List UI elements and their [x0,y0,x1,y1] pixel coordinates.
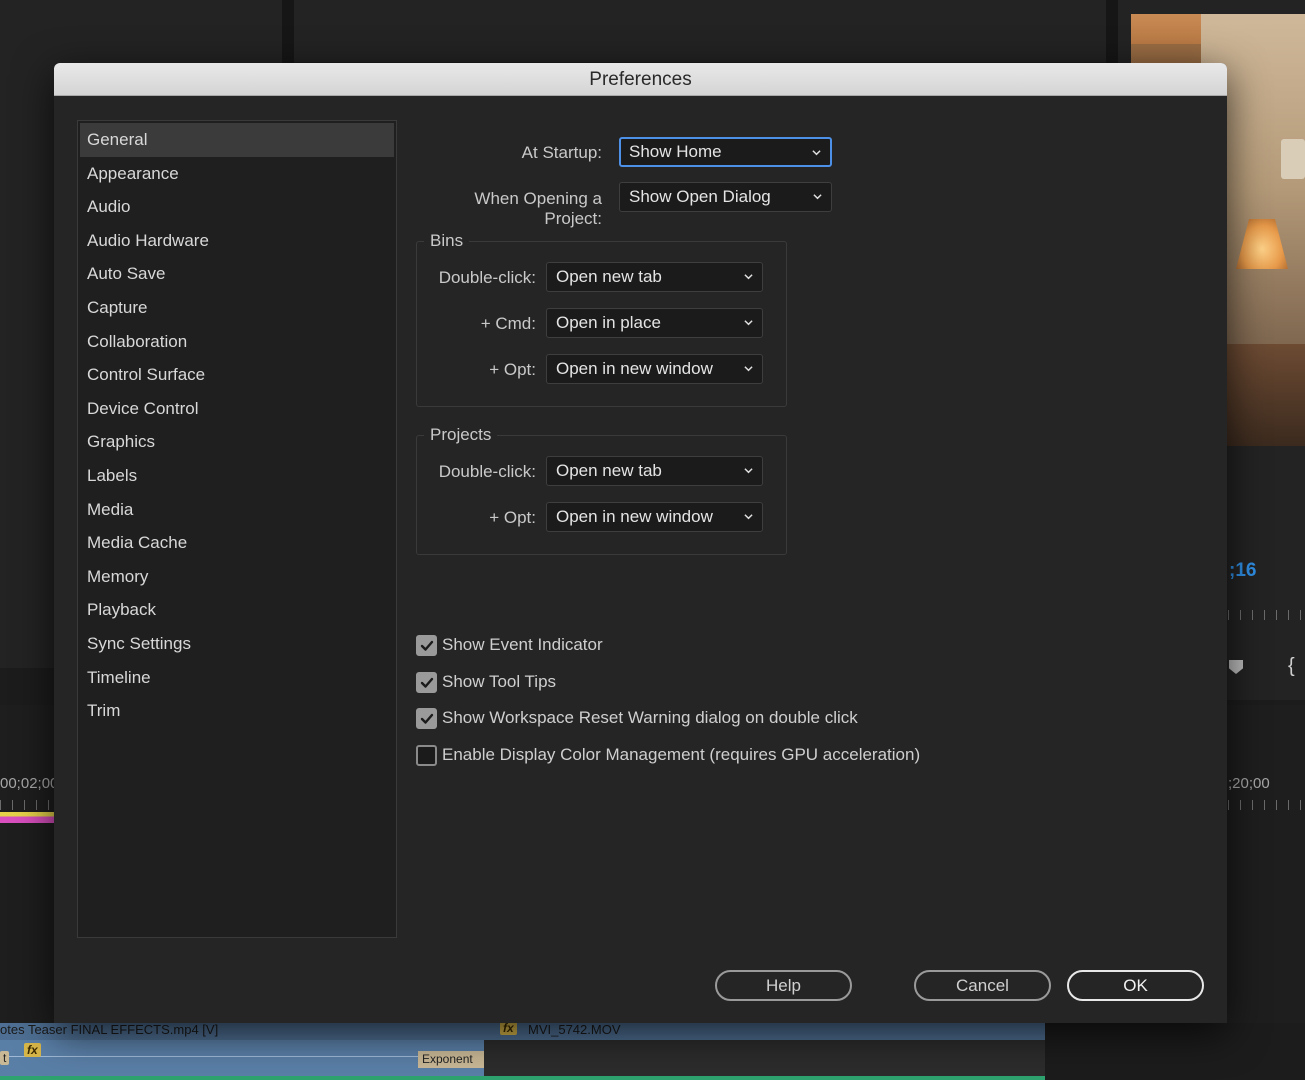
checkbox-label[interactable]: Show Workspace Reset Warning dialog on d… [442,708,858,728]
bins-cmd-select[interactable]: Open in place [546,308,763,338]
chevron-down-icon [744,366,753,372]
keyframe-line [0,1056,484,1057]
nav-item-media-cache[interactable]: Media Cache [80,526,394,560]
chevron-down-icon [744,274,753,280]
nav-item-graphics[interactable]: Graphics [80,425,394,459]
chevron-down-icon [813,194,822,200]
clip-label[interactable]: otes Teaser FINAL EFFECTS.mp4 [V] [0,1022,218,1037]
checkmark-icon [420,640,434,651]
bins-group-title: Bins [424,231,470,251]
nav-item-audio-hardware[interactable]: Audio Hardware [80,224,394,258]
opening-project-value: Show Open Dialog [629,187,771,206]
in-point-icon[interactable]: { [1288,655,1295,678]
nav-item-sync-settings[interactable]: Sync Settings [80,627,394,661]
bins-double-click-label: Double-click: [438,268,536,287]
nav-item-auto-save[interactable]: Auto Save [80,257,394,291]
bins-opt-select[interactable]: Open in new window [546,354,763,384]
clip-label[interactable]: MVI_5742.MOV [528,1022,621,1037]
opening-project-select[interactable]: Show Open Dialog [619,182,832,212]
checkbox-row[interactable]: Show Event Indicator [416,633,603,657]
nav-item-capture[interactable]: Capture [80,291,394,325]
clip-t-label: t [0,1051,10,1065]
bins-cmd-label: + Cmd: [480,314,536,333]
dialog-title[interactable]: Preferences [54,63,1227,96]
checkbox-checked[interactable] [416,671,437,693]
projects-double-click-value: Open new tab [556,461,662,480]
nav-item-audio[interactable]: Audio [80,190,394,224]
nav-item-labels[interactable]: Labels [80,459,394,493]
nav-item-memory[interactable]: Memory [80,560,394,594]
program-timecode[interactable]: ;16 [1229,560,1256,582]
checkbox-unchecked[interactable] [416,744,437,766]
chevron-down-icon [812,150,821,156]
timeline-ruler[interactable] [0,800,54,810]
bins-double-click-select[interactable]: Open new tab [546,262,763,292]
checkmark-icon [420,713,434,724]
ok-button[interactable]: OK [1067,970,1204,1001]
timeline-timecode-left: 00;02;00 [0,775,59,792]
general-pane: At Startup: Show Home When Opening a Pro… [416,120,1196,950]
checkmark-icon [420,677,434,688]
projects-double-click-select[interactable]: Open new tab [546,456,763,486]
projects-opt-value: Open in new window [556,507,713,526]
program-ruler[interactable] [1228,610,1305,620]
chevron-down-icon [744,514,753,520]
nav-item-trim[interactable]: Trim [80,694,394,728]
projects-double-click-label: Double-click: [438,462,536,481]
nav-item-appearance[interactable]: Appearance [80,157,394,191]
preferences-nav: General Appearance Audio Audio Hardware Auto… [77,120,397,938]
at-startup-value: Show Home [629,142,722,161]
cancel-button[interactable]: Cancel [914,970,1051,1001]
chevron-down-icon [744,320,753,326]
help-button[interactable]: Help [715,970,852,1001]
transition-label[interactable]: Exponent [418,1051,484,1068]
at-startup-label: At Startup: [521,143,602,162]
timeline-timecode-right: ;20;00 [1228,775,1270,792]
track-lower-dark [484,1040,1045,1076]
preferences-dialog: Preferences General Appearance Audio Audio … [54,63,1227,1023]
projects-opt-select[interactable]: Open in new window [546,502,763,532]
checkbox-row[interactable]: Show Workspace Reset Warning dialog on d… [416,706,858,730]
checkbox-label[interactable]: Show Event Indicator [442,635,603,655]
checkbox-label[interactable]: Show Tool Tips [442,672,556,692]
bins-opt-label: + Opt: [489,360,536,379]
checkbox-label[interactable]: Enable Display Color Management (require… [442,745,920,765]
checkbox-row[interactable]: Show Tool Tips [416,670,556,694]
nav-item-playback[interactable]: Playback [80,593,394,627]
fx-badge[interactable]: fx [24,1043,41,1057]
nav-item-general[interactable]: General [80,123,394,157]
chevron-down-icon [744,468,753,474]
timeline-ruler[interactable] [1228,800,1305,810]
bins-opt-value: Open in new window [556,359,713,378]
audio-track-edge [0,1076,1045,1080]
checkbox-row[interactable]: Enable Display Color Management (require… [416,743,920,767]
nav-item-device-control[interactable]: Device Control [80,392,394,426]
bins-double-click-value: Open new tab [556,267,662,286]
fx-badge[interactable]: fx [500,1021,517,1035]
projects-opt-label: + Opt: [489,508,536,527]
project-panel [294,0,1106,62]
bins-cmd-value: Open in place [556,313,661,332]
nav-item-collaboration[interactable]: Collaboration [80,325,394,359]
checkbox-checked[interactable] [416,634,437,656]
nav-item-timeline[interactable]: Timeline [80,661,394,695]
projects-group [416,435,787,555]
nav-item-control-surface[interactable]: Control Surface [80,358,394,392]
work-area-bar[interactable] [0,812,54,823]
nav-item-media[interactable]: Media [80,493,394,527]
at-startup-select[interactable]: Show Home [619,137,832,167]
checkbox-checked[interactable] [416,707,437,729]
opening-project-label: When Opening a Project: [474,189,602,228]
projects-group-title: Projects [424,425,498,445]
track-lower [0,1040,484,1076]
